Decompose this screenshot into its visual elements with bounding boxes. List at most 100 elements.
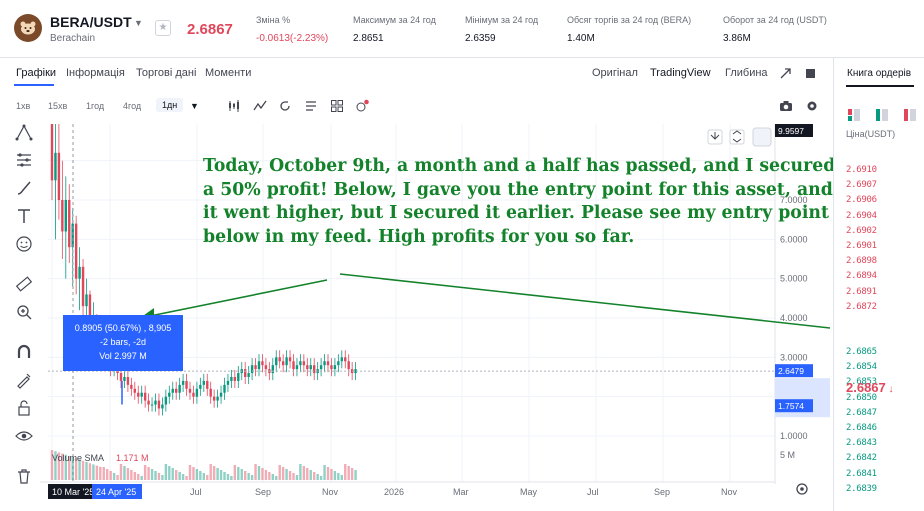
volume-bar [147, 467, 150, 480]
order-book-ask-row[interactable]: 2.6901 [846, 241, 877, 251]
volume-bar [237, 467, 240, 480]
candle [178, 384, 181, 393]
order-book-bid-row[interactable]: 2.6843 [846, 438, 877, 448]
volume-bar [268, 472, 271, 480]
order-book-ask-row[interactable]: 2.6907 [846, 180, 877, 190]
order-book-ask-row[interactable]: 2.6904 [846, 211, 877, 221]
tab-info[interactable]: Інформація [66, 67, 125, 79]
candle [181, 380, 185, 385]
order-book-bid-row[interactable]: 2.6846 [846, 423, 877, 433]
volume-bar [257, 466, 261, 480]
volume-bar [109, 471, 112, 480]
last-price-tag-text: 2.6479 [778, 366, 804, 376]
settings-list-icon[interactable] [304, 99, 318, 113]
candle [309, 365, 312, 370]
order-book-ask-row[interactable]: 2.6891 [846, 287, 877, 297]
star-icon[interactable]: ★ [155, 20, 171, 36]
timeframe-1m[interactable]: 1хв [16, 101, 30, 111]
order-book-bid-row[interactable]: 2.6839 [846, 484, 877, 494]
emoji-icon[interactable] [14, 234, 34, 254]
volume-bar [337, 473, 340, 480]
trading-page: BERA/USDT ▼ Berachain ★ 2.6867 Зміна % -… [0, 0, 924, 511]
candle [64, 200, 67, 232]
pair-name[interactable]: BERA/USDT [50, 14, 132, 30]
measure-tooltip: 0.8905 (50.67%) , 8,905 -2 bars, -2d Vol… [63, 315, 183, 371]
brush-icon[interactable] [14, 178, 34, 198]
tab-original[interactable]: Оригінал [592, 67, 638, 79]
order-book-bid-row[interactable]: 2.6847 [846, 408, 877, 418]
chevron-down-icon[interactable]: ▼ [190, 101, 199, 111]
volume-label: Volume SMA [52, 453, 104, 463]
candle [281, 361, 285, 366]
candle [264, 365, 268, 370]
price-axis-label: 5.0000 [780, 274, 808, 284]
alert-icon[interactable] [355, 99, 369, 113]
gear-icon[interactable] [805, 99, 819, 113]
candle [337, 361, 340, 366]
timeframe-15m[interactable]: 15хв [48, 101, 67, 111]
order-book-bid-row[interactable]: 2.6841 [846, 469, 877, 479]
volume-bar [261, 468, 264, 480]
annotation-arrow-left [149, 279, 328, 317]
candle [161, 404, 164, 409]
lock-drawing-icon[interactable] [14, 370, 34, 390]
candle [223, 384, 226, 393]
camera-icon[interactable] [779, 99, 793, 113]
fullscreen-icon[interactable] [806, 69, 815, 78]
zoom-icon[interactable] [14, 302, 34, 322]
layout-icon[interactable] [330, 99, 344, 113]
order-book-tab-indicator [846, 85, 914, 87]
order-book-ask-row[interactable]: 2.6902 [846, 226, 877, 236]
volume-bar [81, 460, 85, 480]
lock-icon[interactable] [14, 398, 34, 418]
tab-charts[interactable]: Графіки [16, 67, 56, 79]
order-book-ask-row[interactable]: 2.6872 [846, 302, 877, 312]
volume-bar [254, 464, 257, 480]
time-axis-label: Mar [453, 487, 469, 497]
text-icon[interactable] [14, 206, 34, 226]
volume-bar [271, 474, 274, 480]
timeframe-4h[interactable]: 4год [123, 101, 141, 111]
candle [61, 200, 64, 232]
volume-bar [99, 466, 102, 480]
tab-depth[interactable]: Глибина [725, 67, 768, 79]
trend-lines-icon[interactable] [14, 150, 34, 170]
candle [326, 361, 330, 366]
ruler-icon[interactable] [14, 274, 34, 294]
order-book-bid-row[interactable]: 2.6854 [846, 362, 877, 372]
eye-icon[interactable] [14, 426, 34, 446]
candle [126, 377, 130, 385]
order-book-bid-row[interactable]: 2.6865 [846, 347, 877, 357]
order-book-bid-row[interactable]: 2.6842 [846, 453, 877, 463]
trash-icon[interactable] [14, 466, 34, 486]
timeframe-1d[interactable]: 1дн [156, 98, 184, 112]
chevron-down-icon[interactable]: ▼ [134, 18, 143, 28]
order-book-ask-row[interactable]: 2.6898 [846, 256, 877, 266]
candle [68, 200, 71, 248]
stat-value: 2.8651 [353, 33, 384, 44]
tab-trading-data[interactable]: Торгові дані [136, 67, 196, 79]
replay-icon[interactable] [278, 99, 292, 113]
candle [199, 384, 202, 389]
volume-bar [285, 469, 288, 480]
order-book-title[interactable]: Книга ордерів [847, 68, 911, 79]
order-book-ask-row[interactable]: 2.6910 [846, 165, 877, 175]
volume-bar [85, 462, 88, 480]
candle [226, 380, 230, 385]
candle [313, 365, 316, 374]
tab-tradingview[interactable]: TradingView [650, 67, 711, 79]
candles-icon[interactable] [227, 99, 241, 113]
volume-bar [199, 471, 202, 480]
volume-bar [95, 465, 99, 480]
volume-bar [133, 472, 136, 480]
crosshair-icon[interactable] [14, 122, 34, 142]
indicators-icon[interactable] [253, 99, 267, 113]
order-book-ask-row[interactable]: 2.6906 [846, 195, 877, 205]
expand-icon[interactable] [780, 68, 791, 79]
order-book-view-icons[interactable] [848, 108, 918, 122]
order-book-ask-row[interactable]: 2.6894 [846, 271, 877, 281]
magnet-icon[interactable] [14, 342, 34, 362]
screenshot-button[interactable] [752, 127, 772, 147]
timeframe-1h[interactable]: 1год [86, 101, 104, 111]
tab-moments[interactable]: Моменти [205, 67, 251, 79]
